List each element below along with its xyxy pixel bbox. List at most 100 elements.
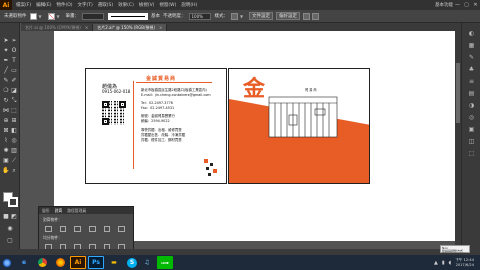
- workspace-icon[interactable]: [312, 12, 319, 20]
- draw-mode-icon[interactable]: ◉: [6, 225, 14, 233]
- direct-selection-tool-icon[interactable]: ➢: [10, 37, 18, 45]
- perspective-tool-icon[interactable]: ⊞: [10, 117, 18, 125]
- stroke-color-box[interactable]: [8, 197, 18, 207]
- slice-tool-icon[interactable]: ⟋: [10, 157, 18, 165]
- menu-help[interactable]: 說明(H): [181, 2, 197, 8]
- menu-file[interactable]: 檔案(F): [16, 2, 31, 8]
- zoom-tool-icon[interactable]: ⌕: [10, 167, 18, 175]
- brush-style-label[interactable]: 基本: [151, 13, 160, 19]
- start-button[interactable]: [0, 255, 14, 270]
- tab-align[interactable]: 對齊: [55, 208, 63, 214]
- align-center-h-icon[interactable]: [59, 226, 67, 232]
- eraser-tool-icon[interactable]: ◪: [10, 87, 18, 95]
- clock[interactable]: 下午 12:44 2017/6/24: [455, 258, 480, 267]
- artboards-panel-icon[interactable]: ⬚: [467, 149, 476, 158]
- pen-tool-icon[interactable]: ✒: [2, 57, 10, 65]
- chrome-icon[interactable]: [34, 256, 50, 269]
- workspace-switcher[interactable]: 基本功能: [435, 2, 453, 8]
- transparency-panel-icon[interactable]: ◑: [467, 101, 476, 110]
- gradient-panel-icon[interactable]: ▤: [467, 89, 476, 98]
- arrange-icon[interactable]: [303, 12, 310, 20]
- firefox-icon[interactable]: [52, 256, 68, 269]
- line-icon[interactable]: LINE: [157, 256, 173, 269]
- business-card-back[interactable]: 金 貿 易 商 誠: [228, 68, 370, 184]
- maximize-button[interactable]: ▢: [462, 2, 471, 8]
- business-card-front[interactable]: 趙儀為 0915-062-018 金誠貿易商 新北市板橋區民生路2段路口(板橋工…: [85, 68, 227, 184]
- align-bottom-icon[interactable]: [118, 226, 126, 232]
- photoshop-icon[interactable]: Ps: [88, 256, 104, 269]
- eyedropper-tool-icon[interactable]: ⌇: [2, 137, 10, 145]
- swatches-panel-icon[interactable]: ▦: [467, 41, 476, 50]
- menu-window[interactable]: 視窗(W): [159, 2, 176, 8]
- stroke-swatch[interactable]: [47, 12, 55, 20]
- illustrator-icon[interactable]: Ai: [70, 256, 86, 269]
- align-top-icon[interactable]: [89, 226, 96, 232]
- symbols-panel-icon[interactable]: ♣: [467, 65, 476, 74]
- menu-effect[interactable]: 效果(C): [118, 2, 134, 8]
- gradient-mode-icon[interactable]: ◩: [10, 213, 18, 221]
- music-icon[interactable]: ♫: [139, 256, 155, 269]
- color-mode-icon[interactable]: ■: [2, 213, 10, 221]
- align-center-v-icon[interactable]: [103, 226, 111, 232]
- blend-tool-icon[interactable]: ◎: [10, 137, 18, 145]
- artboard-tool-icon[interactable]: ▣: [2, 157, 10, 165]
- opacity-field[interactable]: 100%: [188, 12, 211, 20]
- volume-icon[interactable]: ◖: [449, 260, 452, 266]
- brushes-panel-icon[interactable]: ✎: [467, 53, 476, 62]
- tray-up-arrow-icon[interactable]: ▲: [434, 260, 438, 266]
- graph-tool-icon[interactable]: ▥: [10, 147, 18, 155]
- minimize-button[interactable]: —: [453, 2, 462, 8]
- close-button[interactable]: ✕: [471, 2, 480, 8]
- rotate-tool-icon[interactable]: ↻: [2, 97, 10, 105]
- tab-document-2[interactable]: 名片2.ai* @ 150% (RGB/預視) ×: [93, 24, 168, 31]
- scale-tool-icon[interactable]: ⤡: [10, 97, 18, 105]
- preferences-button[interactable]: 偏好設定: [276, 12, 300, 20]
- chevron-down-icon[interactable]: ▼: [57, 13, 62, 20]
- close-icon[interactable]: ×: [85, 25, 88, 30]
- free-transform-tool-icon[interactable]: ⬚: [10, 107, 18, 115]
- selection-tool-icon[interactable]: ➤: [2, 37, 10, 45]
- magic-wand-tool-icon[interactable]: ✦: [2, 47, 10, 55]
- menu-type[interactable]: 文字(T): [78, 2, 93, 8]
- tab-pathfinder[interactable]: 路徑管理員: [67, 208, 86, 214]
- explorer-icon[interactable]: ▬: [106, 256, 122, 269]
- pencil-tool-icon[interactable]: ✐: [10, 77, 18, 85]
- symbol-sprayer-tool-icon[interactable]: ✺: [2, 147, 10, 155]
- graphic-styles-panel-icon[interactable]: ▣: [467, 125, 476, 134]
- line-tool-icon[interactable]: ╱: [2, 67, 10, 75]
- stroke-profile-preview[interactable]: [108, 12, 148, 20]
- width-tool-icon[interactable]: ⋈: [2, 107, 10, 115]
- ie-icon[interactable]: e: [16, 256, 32, 269]
- fill-swatch[interactable]: [29, 12, 37, 20]
- menu-select[interactable]: 選取(S): [98, 2, 113, 8]
- chevron-down-icon[interactable]: ▼: [240, 13, 245, 20]
- menu-view[interactable]: 檢視(V): [139, 2, 155, 8]
- shape-builder-tool-icon[interactable]: ⊕: [2, 117, 10, 125]
- stroke-weight-field[interactable]: [82, 12, 104, 20]
- layers-panel-icon[interactable]: ◫: [467, 137, 476, 146]
- document-setup-button[interactable]: 文件設定: [249, 12, 273, 20]
- graphic-style-swatch[interactable]: [231, 12, 238, 20]
- type-tool-icon[interactable]: T: [10, 57, 18, 65]
- scrollbar-thumb[interactable]: [456, 63, 460, 123]
- screen-mode-icon[interactable]: ▢: [6, 237, 14, 245]
- color-panel-icon[interactable]: ◐: [467, 29, 476, 38]
- hand-tool-icon[interactable]: ✋: [2, 167, 10, 175]
- align-right-icon[interactable]: [74, 226, 82, 232]
- network-icon[interactable]: ▮: [442, 260, 445, 266]
- appearance-panel-icon[interactable]: ◎: [467, 113, 476, 122]
- rectangle-tool-icon[interactable]: ▭: [10, 67, 18, 75]
- stroke-panel-icon[interactable]: ≡: [467, 77, 476, 86]
- tab-document-1[interactable]: 名片.ai @ 100% (CMYK/預視) ×: [21, 24, 94, 31]
- gradient-tool-icon[interactable]: ◧: [10, 127, 18, 135]
- menu-edit[interactable]: 編輯(E): [36, 2, 51, 8]
- chevron-down-icon[interactable]: ▼: [39, 13, 44, 20]
- align-left-icon[interactable]: [45, 226, 52, 232]
- tab-transform[interactable]: 變形: [42, 208, 50, 214]
- lasso-tool-icon[interactable]: ʘ: [10, 47, 18, 55]
- mesh-tool-icon[interactable]: ⊠: [2, 127, 10, 135]
- menu-object[interactable]: 物件(O): [56, 2, 72, 8]
- blob-brush-tool-icon[interactable]: ❍: [2, 87, 10, 95]
- brush-tool-icon[interactable]: ✎: [2, 77, 10, 85]
- close-icon[interactable]: ×: [159, 25, 162, 30]
